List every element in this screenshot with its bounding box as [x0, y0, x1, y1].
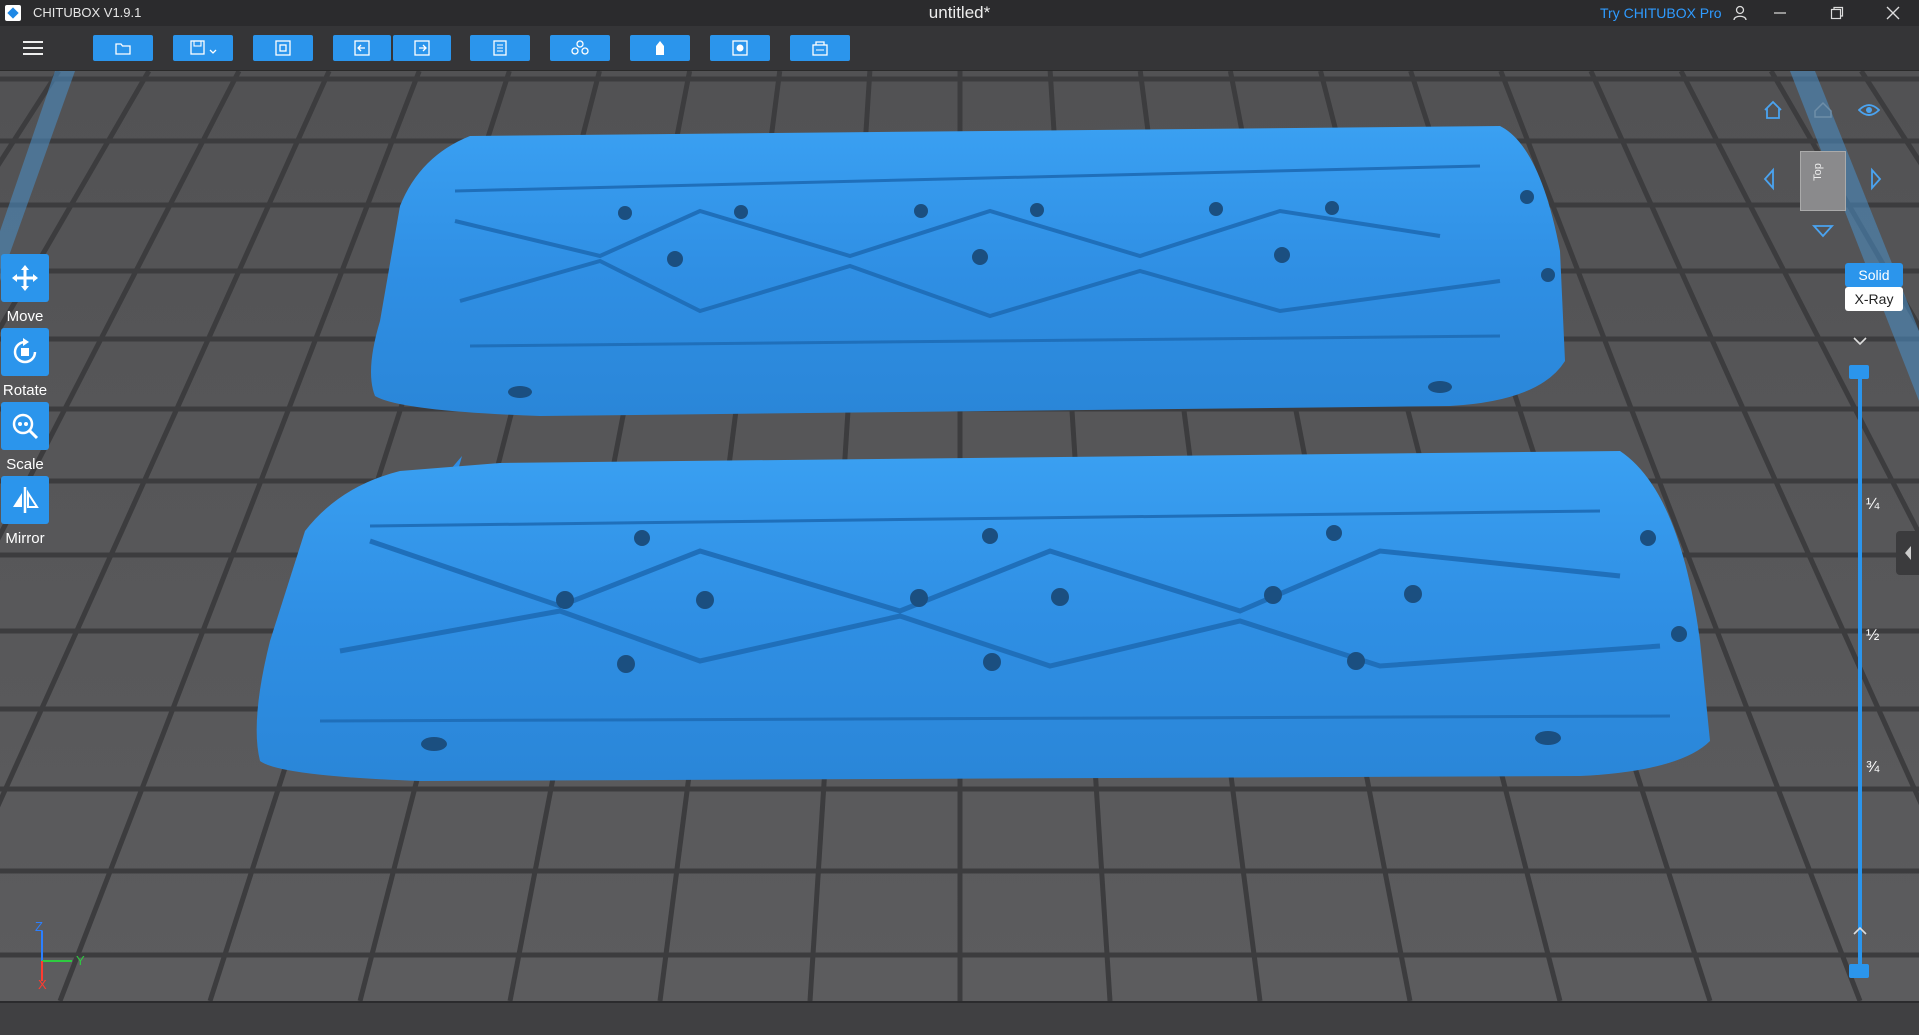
view-right-icon[interactable]	[1866, 167, 1884, 191]
layer-slider-upper-handle[interactable]	[1849, 365, 1869, 379]
close-button[interactable]	[1868, 0, 1918, 26]
title-bar: CHITUBOX V1.9.1 untitled* Try CHITUBOX P…	[0, 0, 1919, 26]
close-icon	[1886, 6, 1900, 20]
mirror-icon	[13, 487, 39, 513]
move-icon	[12, 265, 38, 291]
slice-icon	[812, 41, 828, 56]
move-label: Move	[6, 308, 44, 325]
restore-icon	[1830, 6, 1844, 20]
layer-slider-lower-handle[interactable]	[1849, 964, 1869, 978]
home-view-icon[interactable]	[1762, 99, 1784, 121]
app-title: CHITUBOX V1.9.1	[33, 5, 142, 20]
model-traction-mat-1[interactable]	[371, 126, 1565, 416]
slider-mark-half: ½	[1866, 627, 1880, 644]
minimize-button[interactable]	[1755, 0, 1805, 26]
save-icon	[190, 40, 217, 55]
main-toolbar	[0, 26, 1919, 71]
slider-mark-three-quarter: ¾	[1866, 759, 1880, 776]
move-tool-button[interactable]	[1, 254, 49, 302]
axis-indicator: Z Y X	[30, 919, 100, 992]
support-button[interactable]	[630, 35, 690, 61]
user-icon	[1733, 5, 1747, 21]
redo-button[interactable]	[393, 35, 451, 61]
scale-label: Scale	[6, 456, 44, 473]
scale-tool-button[interactable]	[1, 402, 49, 450]
machine-button[interactable]	[550, 35, 610, 61]
chevron-left-icon	[1904, 546, 1911, 560]
solid-mode-button[interactable]: Solid	[1845, 263, 1903, 287]
layout-button[interactable]	[710, 35, 770, 61]
view-cube[interactable]: Top	[1800, 151, 1846, 211]
right-panel-toggle[interactable]	[1896, 531, 1919, 575]
redo-icon	[414, 40, 430, 56]
layout-icon	[732, 40, 748, 56]
mirror-label: Mirror	[5, 530, 45, 547]
rotate-tool-button[interactable]	[1, 328, 49, 376]
try-pro-link[interactable]: Try CHITUBOX Pro	[1600, 5, 1722, 21]
slider-collapse-chevron-icon[interactable]	[1852, 336, 1868, 346]
open-file-button[interactable]	[93, 35, 153, 61]
build-plate-grid	[0, 71, 1919, 1001]
undo-button[interactable]	[333, 35, 391, 61]
y-axis-label: Y	[76, 953, 85, 968]
support-icon	[656, 41, 664, 55]
view-up-icon[interactable]	[1812, 99, 1834, 119]
undo-icon	[354, 40, 370, 56]
z-axis-label: Z	[35, 919, 43, 934]
status-bar	[0, 1001, 1919, 1035]
restore-button[interactable]	[1812, 0, 1862, 26]
mirror-tool[interactable]: Mirror	[0, 476, 50, 547]
view-left-icon[interactable]	[1761, 167, 1779, 191]
mirror-tool-button[interactable]	[1, 476, 49, 524]
folder-icon	[115, 43, 131, 55]
rotate-label: Rotate	[2, 382, 48, 399]
3d-viewport[interactable]: Move Rotate Scale Mirror Top Solid X-Ray…	[0, 71, 1919, 1001]
minimize-icon	[1774, 12, 1786, 14]
scale-tool[interactable]: Scale	[0, 402, 50, 473]
settings-icon	[493, 40, 507, 56]
eye-icon[interactable]	[1858, 102, 1880, 118]
xray-mode-button[interactable]: X-Ray	[1845, 287, 1903, 311]
rotate-tool[interactable]: Rotate	[0, 328, 50, 399]
screenshot-button[interactable]	[253, 35, 313, 61]
slider-expand-chevron-icon[interactable]	[1852, 926, 1868, 936]
scale-icon	[12, 413, 39, 440]
move-tool[interactable]: Move	[0, 254, 50, 325]
machine-icon	[571, 40, 589, 55]
slider-mark-quarter: ¼	[1866, 496, 1880, 513]
view-cube-face-label: Top	[1811, 163, 1824, 181]
save-button[interactable]	[173, 35, 233, 61]
model-traction-mat-2[interactable]	[256, 451, 1711, 781]
menu-button[interactable]	[20, 36, 46, 60]
view-down-icon[interactable]	[1811, 222, 1835, 240]
x-axis-label: X	[38, 977, 47, 989]
capture-icon	[275, 40, 291, 56]
app-logo-icon	[5, 5, 21, 21]
slice-button[interactable]	[790, 35, 850, 61]
hamburger-menu-icon	[23, 41, 43, 55]
settings-button[interactable]	[470, 35, 530, 61]
rotate-icon	[13, 338, 37, 364]
layer-slider-track[interactable]	[1858, 371, 1862, 971]
